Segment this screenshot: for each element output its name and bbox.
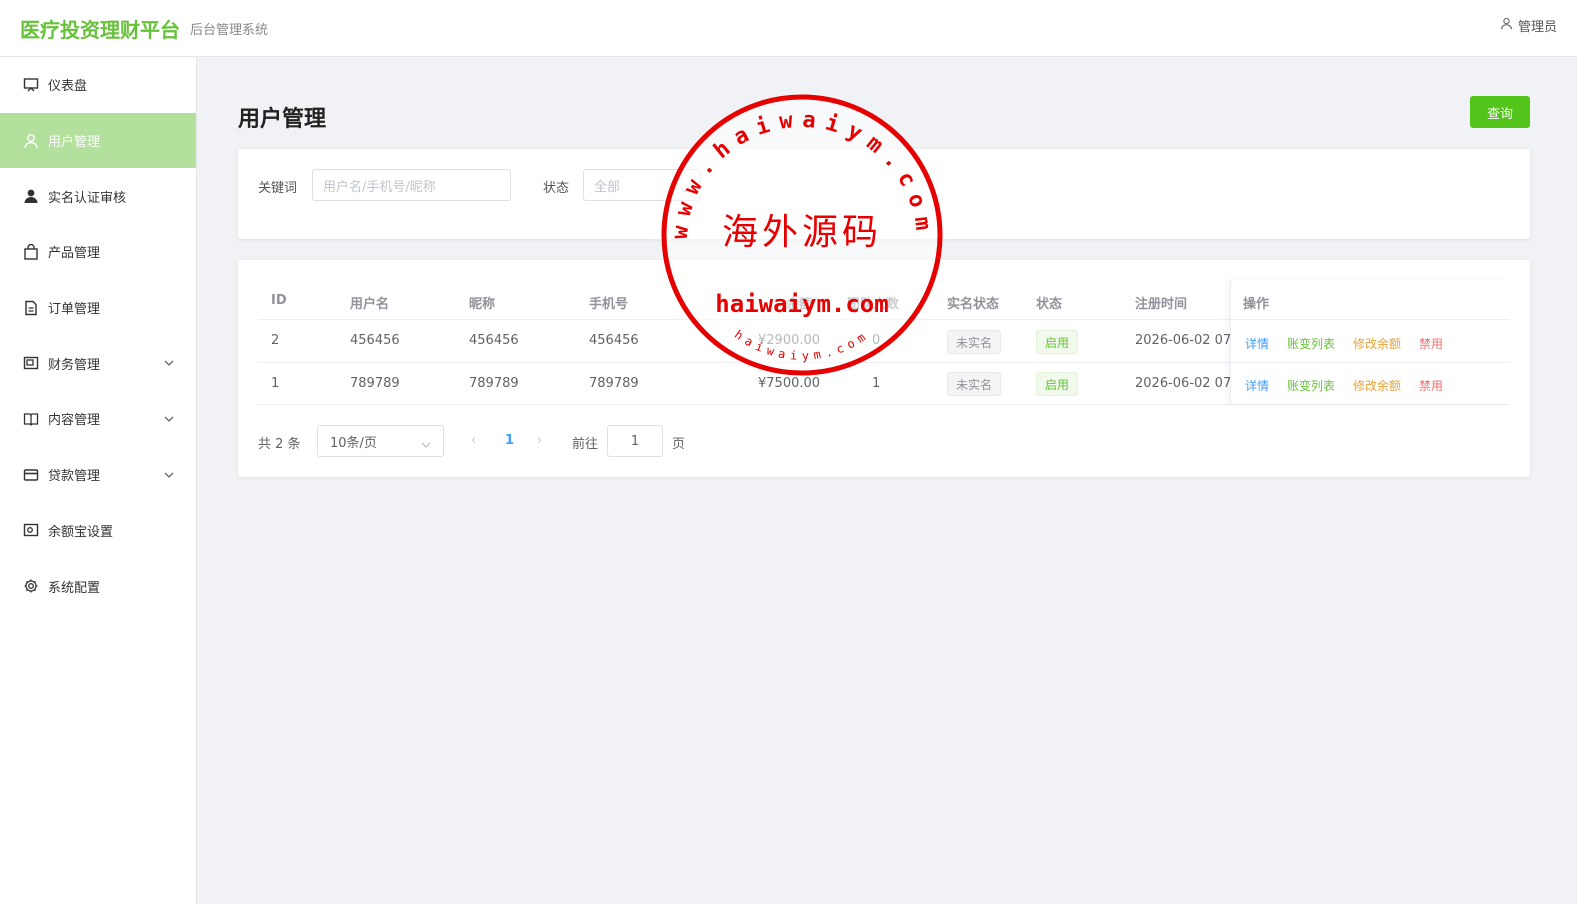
sidebar-item-orders[interactable]: 订单管理 xyxy=(0,280,196,336)
money-icon xyxy=(22,522,39,539)
cell-username: 456456 xyxy=(350,333,400,348)
page-number-current[interactable]: 1 xyxy=(505,433,514,448)
chevron-down-icon xyxy=(164,358,174,368)
cell-registered: 2026-06-02 07:2 xyxy=(1135,376,1230,391)
realname-status-badge: 未实名 xyxy=(947,330,1002,354)
column-header-team: 团队人数 xyxy=(847,297,900,312)
status-select-value: 全部 xyxy=(594,179,621,195)
cell-nickname: 456456 xyxy=(469,333,519,348)
next-page-button[interactable]: › xyxy=(537,433,542,448)
sidebar-item-loans[interactable]: 贷款管理 xyxy=(0,447,196,503)
query-button[interactable]: 查询 xyxy=(1470,96,1530,128)
main-content: 用户管理 查询 关键词 用户名/手机号/昵称 状态 全部 ID 用户名 昵称 手… xyxy=(198,57,1577,904)
sidebar-item-content[interactable]: 内容管理 xyxy=(0,391,196,447)
goto-label: 前往 xyxy=(572,437,599,452)
sidebar-item-label: 内容管理 xyxy=(48,413,101,429)
book-icon xyxy=(22,410,39,427)
user-icon xyxy=(1500,17,1513,34)
bag-icon xyxy=(22,243,39,260)
column-header-balance: 余额 xyxy=(786,297,813,312)
column-header-status: 状态 xyxy=(1036,297,1063,312)
sidebar-item-yuebao-settings[interactable]: 余额宝设置 xyxy=(0,503,196,559)
page-title: 用户管理 xyxy=(238,107,327,132)
sidebar-item-label: 余额宝设置 xyxy=(48,524,114,540)
column-header-registered: 注册时间 xyxy=(1135,297,1188,312)
sidebar-item-label: 财务管理 xyxy=(48,357,101,373)
cell-team: 1 xyxy=(872,376,881,391)
cell-balance: ¥2900.00 xyxy=(758,333,821,348)
filter-card: 关键词 用户名/手机号/昵称 状态 全部 xyxy=(238,149,1530,239)
sidebar-item-system-config[interactable]: 系统配置 xyxy=(0,558,196,614)
wallet-icon xyxy=(22,355,39,372)
top-bar: 医疗投资理财平台 后台管理系统 管理员 xyxy=(0,0,1577,57)
brand-title: 医疗投资理财平台 xyxy=(20,18,180,42)
document-icon xyxy=(22,299,39,316)
sidebar-item-realname-review[interactable]: 实名认证审核 xyxy=(0,168,196,224)
realname-status-badge: 未实名 xyxy=(947,372,1002,396)
keyword-input[interactable]: 用户名/手机号/昵称 xyxy=(312,169,511,201)
cell-team: 0 xyxy=(872,333,881,348)
chevron-down-icon xyxy=(164,414,174,424)
sidebar-item-label: 产品管理 xyxy=(48,246,101,262)
prev-page-button[interactable]: ‹ xyxy=(471,433,476,448)
sidebar-item-products[interactable]: 产品管理 xyxy=(0,224,196,280)
keyword-label: 关键词 xyxy=(258,181,298,196)
credit-card-icon xyxy=(22,466,39,483)
cell-balance: ¥7500.00 xyxy=(758,376,821,391)
user-icon xyxy=(22,132,39,149)
pagination-total: 共 2 条 xyxy=(258,437,301,452)
status-select[interactable]: 全部 xyxy=(583,169,701,201)
cell-phone: 456456 xyxy=(589,333,639,348)
page-suffix-label: 页 xyxy=(672,437,686,452)
user-table-card: ID 用户名 昵称 手机号 余额 团队人数 实名状态 状态 注册时间 操作 2 … xyxy=(238,260,1530,477)
column-header-id: ID xyxy=(271,293,287,308)
sidebar: 仪表盘 用户管理 实名认证审核 产品管理 订单管理 财务管理 内容管理 贷款管理… xyxy=(0,57,197,904)
divider xyxy=(258,404,1510,405)
status-badge: 启用 xyxy=(1036,372,1079,396)
page-size-select[interactable]: 10条/页 xyxy=(317,425,444,457)
page-size-value: 10条/页 xyxy=(330,435,377,451)
cell-id: 1 xyxy=(271,376,280,391)
brand-subtitle: 后台管理系统 xyxy=(190,23,269,38)
status-badge: 启用 xyxy=(1036,330,1079,354)
sidebar-item-users[interactable]: 用户管理 xyxy=(0,112,196,169)
gear-icon xyxy=(22,578,39,595)
cell-nickname: 789789 xyxy=(469,376,519,391)
column-header-nickname: 昵称 xyxy=(469,297,496,312)
pagination: 共 2 条 10条/页 ‹ 1 › 前往 1 页 xyxy=(258,425,858,457)
cell-id: 2 xyxy=(271,333,280,348)
dashboard-icon xyxy=(22,76,39,93)
chevron-down-icon xyxy=(421,437,431,452)
status-label: 状态 xyxy=(543,181,570,196)
fixed-actions-column xyxy=(1230,280,1510,404)
cell-registered: 2026-06-02 07:2 xyxy=(1135,333,1230,348)
sidebar-item-label: 系统配置 xyxy=(48,580,101,596)
sidebar-item-finance[interactable]: 财务管理 xyxy=(0,335,196,391)
chevron-down-icon xyxy=(680,182,690,197)
sidebar-item-label: 实名认证审核 xyxy=(48,190,127,206)
sidebar-item-label: 订单管理 xyxy=(48,302,101,318)
user-name: 管理员 xyxy=(1517,20,1557,35)
user-menu[interactable]: 管理员 xyxy=(1500,16,1557,35)
sidebar-item-label: 用户管理 xyxy=(48,135,101,151)
sidebar-item-dashboard[interactable]: 仪表盘 xyxy=(0,57,196,113)
goto-page-input[interactable]: 1 xyxy=(607,425,663,457)
sidebar-item-label: 仪表盘 xyxy=(48,79,88,95)
cell-username: 789789 xyxy=(350,376,400,391)
column-header-username: 用户名 xyxy=(350,297,390,312)
user-solid-icon xyxy=(22,188,39,205)
cell-phone: 789789 xyxy=(589,376,639,391)
sidebar-item-label: 贷款管理 xyxy=(48,469,101,485)
column-header-phone: 手机号 xyxy=(589,297,629,312)
chevron-down-icon xyxy=(164,470,174,480)
column-header-realname: 实名状态 xyxy=(947,297,1000,312)
